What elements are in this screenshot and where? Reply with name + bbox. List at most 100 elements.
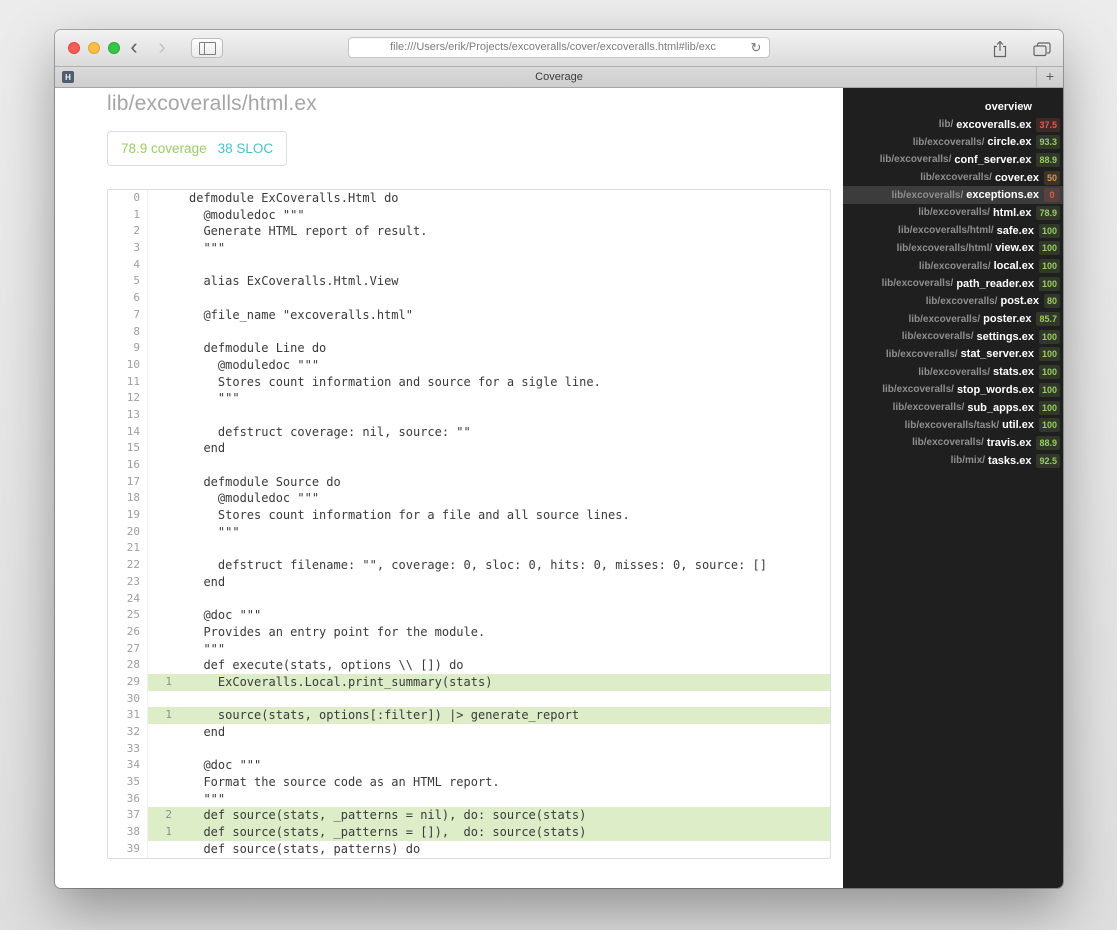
source-code (179, 457, 830, 474)
sidebar-toggle-button[interactable] (191, 38, 223, 58)
sidebar-item-file[interactable]: lib/excoveralls/conf_server.ex 88.9 (843, 151, 1063, 169)
file-dir: lib/excoveralls/ (891, 189, 964, 201)
code-line: 30 (108, 690, 830, 708)
line-number: 32 (108, 724, 148, 741)
coverage-badge: 88.9 (1036, 152, 1060, 167)
sidebar-item-file[interactable]: lib/excoveralls/local.ex 100 (843, 257, 1063, 275)
sidebar-item-file[interactable]: lib/excoveralls/sub_apps.ex 100 (843, 399, 1063, 417)
code-line: 35 Format the source code as an HTML rep… (108, 774, 830, 791)
reload-icon[interactable]: ↻ (747, 38, 765, 57)
source-code (179, 257, 830, 274)
hit-count (148, 207, 179, 224)
code-line: 19 Stores count information for a file a… (108, 507, 830, 524)
line-number: 35 (108, 774, 148, 791)
hit-count (148, 440, 179, 457)
file-dir: lib/excoveralls/html/ (898, 225, 994, 237)
hit-count (148, 240, 179, 257)
sidebar-item-file[interactable]: lib/excoveralls/path_reader.ex 100 (843, 275, 1063, 293)
line-number: 3 (108, 240, 148, 257)
new-tab-button[interactable]: + (1036, 67, 1063, 87)
source-code: """ (189, 241, 226, 256)
hit-count (148, 724, 179, 741)
file-name: util.ex (1002, 419, 1034, 432)
sidebar-item-file[interactable]: lib/excoveralls/html/safe.ex 100 (843, 222, 1063, 240)
close-button[interactable] (68, 42, 80, 54)
sidebar-item-file[interactable]: lib/excoveralls/exceptions.ex 0 (843, 186, 1063, 205)
file-sidebar: overview lib/excoveralls.ex 37.5 lib/excov… (843, 88, 1063, 888)
code-line: 7 @file_name "excoveralls.html" (108, 306, 830, 324)
sidebar-item-file[interactable]: lib/excoveralls/circle.ex 93.3 (843, 133, 1063, 151)
file-dir: lib/excoveralls/ (881, 278, 954, 290)
file-name: local.ex (993, 260, 1034, 273)
sidebar-item-file[interactable]: lib/excoveralls/travis.ex 88.9 (843, 434, 1063, 452)
source-code: """ (189, 791, 226, 806)
code-line: 13 (108, 406, 830, 424)
line-number: 23 (108, 573, 148, 591)
tabs-icon (1033, 41, 1051, 56)
zoom-button[interactable] (108, 42, 120, 54)
sidebar-item-file[interactable]: lib/mix/tasks.ex 92.5 (843, 452, 1063, 470)
source-code: @doc """ (189, 608, 262, 623)
hit-count (148, 607, 179, 624)
sidebar-item-file[interactable]: lib/excoveralls/html/view.ex 100 (843, 240, 1063, 258)
source-code: defstruct filename: "", coverage: 0, slo… (189, 558, 767, 573)
sidebar-item-file[interactable]: lib/excoveralls/cover.ex 50 (843, 169, 1063, 187)
back-button[interactable]: ‹ (121, 33, 147, 61)
hit-count (148, 574, 179, 591)
sidebar-item-file[interactable]: lib/excoveralls/post.ex 80 (843, 293, 1063, 311)
show-tabs-button[interactable] (1029, 39, 1055, 59)
file-name: sub_apps.ex (967, 401, 1034, 414)
source-code: def source(stats, _patterns = nil), do: … (179, 807, 830, 825)
code-line: 8 (108, 323, 830, 341)
sidebar-item-file[interactable]: lib/excoveralls/stat_server.ex 100 (843, 346, 1063, 364)
sidebar-item-file[interactable]: lib/excoveralls/html.ex 78.9 (843, 204, 1063, 222)
code-line: 15 end (108, 440, 830, 457)
minimize-button[interactable] (88, 42, 100, 54)
hit-count (148, 591, 179, 608)
hit-count (148, 424, 179, 441)
file-name: safe.ex (996, 224, 1034, 237)
sidebar-item-file[interactable]: lib/excoveralls/settings.ex 100 (843, 328, 1063, 346)
source-code (179, 324, 830, 341)
file-dir: lib/ (938, 119, 954, 131)
line-number: 38 (108, 824, 148, 841)
code-line: 20 """ (108, 523, 830, 541)
line-number: 0 (108, 190, 148, 207)
hit-count (148, 307, 179, 324)
line-number: 19 (108, 507, 148, 524)
share-icon (993, 40, 1007, 58)
coverage-badge: 92.5 (1036, 453, 1060, 468)
hit-count (148, 507, 179, 524)
code-line: 16 (108, 457, 830, 474)
forward-button[interactable]: › (149, 33, 175, 61)
sidebar-item-file[interactable]: lib/excoveralls/task/util.ex 100 (843, 416, 1063, 434)
browser-window: ‹ › file:///Users/erik/Projects/excovera… (55, 30, 1063, 888)
hit-count (148, 757, 179, 774)
line-number: 10 (108, 356, 148, 374)
coverage-badge: 100 (1038, 365, 1060, 380)
sidebar-item-file[interactable]: lib/excoveralls/stop_words.ex 100 (843, 381, 1063, 399)
line-number: 30 (108, 690, 148, 708)
hit-count (148, 190, 179, 207)
hit-count (148, 223, 179, 240)
coverage-badge: 78.9 (1036, 205, 1060, 220)
coverage-badge: 85.7 (1036, 312, 1060, 327)
tab-bar[interactable]: H Coverage + (55, 67, 1063, 88)
share-button[interactable] (987, 39, 1013, 59)
line-number: 36 (108, 790, 148, 808)
source-code: end (189, 574, 226, 589)
hit-count (148, 557, 179, 574)
sidebar-item-file[interactable]: lib/excoveralls/stats.ex 100 (843, 363, 1063, 381)
sidebar-item-file[interactable]: lib/excoveralls/poster.ex 85.7 (843, 310, 1063, 328)
sidebar-item-overview[interactable]: overview (843, 98, 1063, 116)
line-number: 12 (108, 390, 148, 407)
code-line: 23 end (108, 573, 830, 591)
line-number: 11 (108, 373, 148, 391)
sidebar-item-file[interactable]: lib/excoveralls.ex 37.5 (843, 116, 1063, 134)
line-number: 26 (108, 623, 148, 641)
source-code: def execute(stats, options \\ []) do (189, 658, 464, 673)
coverage-badge: 50 (1043, 170, 1060, 185)
address-bar[interactable]: file:///Users/erik/Projects/excoveralls/… (348, 37, 770, 58)
sidebar-toggle-icon (198, 41, 216, 55)
source-code: @doc """ (189, 758, 262, 773)
